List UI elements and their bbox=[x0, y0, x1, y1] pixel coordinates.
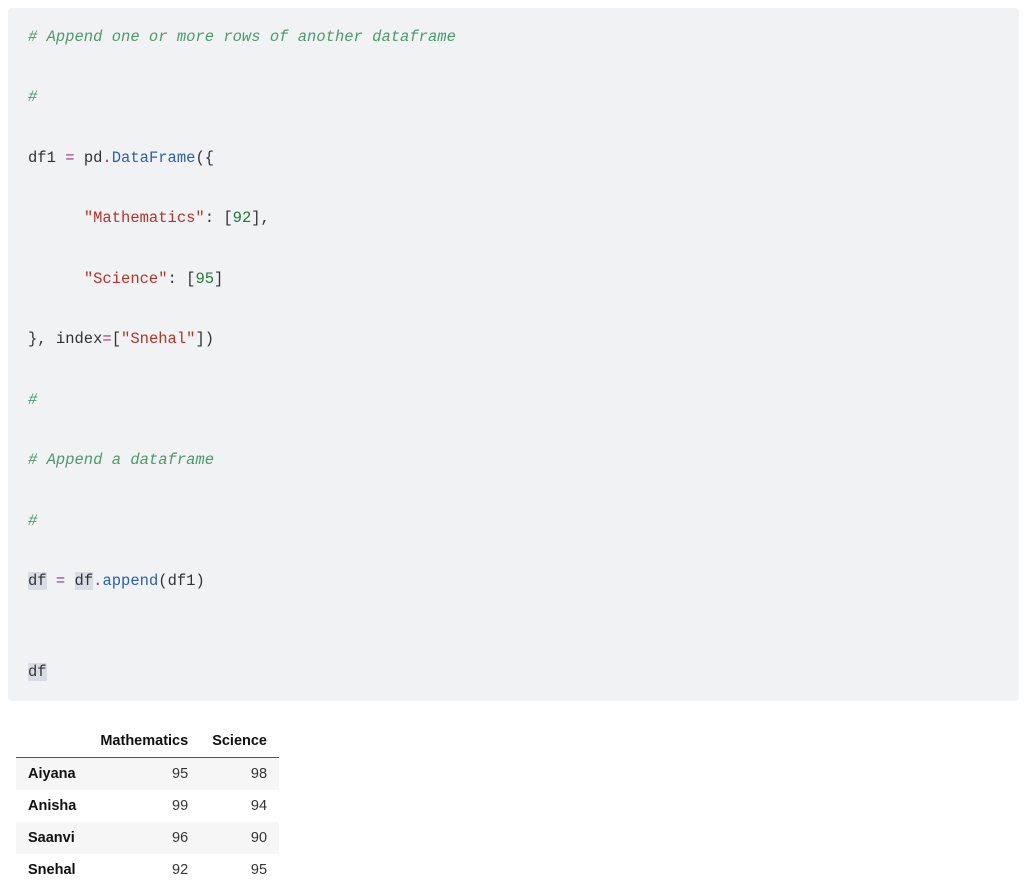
punct: ], bbox=[251, 209, 270, 227]
comment-line: # bbox=[28, 88, 37, 106]
var-df1: df1 bbox=[168, 572, 196, 590]
punct: ]) bbox=[195, 330, 214, 348]
punct: ] bbox=[214, 270, 223, 288]
code-block: # Append one or more rows of another dat… bbox=[28, 22, 999, 687]
table-row: Snehal 92 95 bbox=[16, 854, 279, 886]
cell: 98 bbox=[200, 757, 279, 790]
indent bbox=[28, 209, 84, 227]
string: "Snehal" bbox=[121, 330, 195, 348]
table-corner bbox=[16, 725, 88, 758]
comment-line: # Append one or more rows of another dat… bbox=[28, 28, 456, 46]
module-pd: pd bbox=[84, 149, 103, 167]
row-index: Aiyana bbox=[16, 757, 88, 790]
table-row: Aiyana 95 98 bbox=[16, 757, 279, 790]
punct: ({ bbox=[195, 149, 214, 167]
cell: 96 bbox=[88, 822, 200, 854]
row-index: Anisha bbox=[16, 790, 88, 822]
punct: ) bbox=[195, 572, 204, 590]
cell: 95 bbox=[88, 757, 200, 790]
row-index: Snehal bbox=[16, 854, 88, 886]
column-header: Science bbox=[200, 725, 279, 758]
assign-op: = bbox=[56, 149, 84, 167]
row-index: Saanvi bbox=[16, 822, 88, 854]
comment-line: # bbox=[28, 512, 37, 530]
comment-line: # bbox=[28, 391, 37, 409]
assign-op: = bbox=[47, 572, 75, 590]
output-table: Mathematics Science Aiyana 95 98 Anisha … bbox=[16, 725, 279, 886]
cell: 94 bbox=[200, 790, 279, 822]
var-df: df bbox=[28, 663, 47, 681]
number: 95 bbox=[195, 270, 214, 288]
punct: : [ bbox=[168, 270, 196, 288]
var-df: df bbox=[75, 572, 94, 590]
class-dataframe: DataFrame bbox=[112, 149, 196, 167]
table-row: Saanvi 96 90 bbox=[16, 822, 279, 854]
assign-op: = bbox=[102, 330, 111, 348]
code-cell: # Append one or more rows of another dat… bbox=[8, 8, 1019, 701]
table-header-row: Mathematics Science bbox=[16, 725, 279, 758]
string-key: "Science" bbox=[84, 270, 168, 288]
column-header: Mathematics bbox=[88, 725, 200, 758]
dot: . bbox=[102, 149, 111, 167]
cell: 99 bbox=[88, 790, 200, 822]
number: 92 bbox=[233, 209, 252, 227]
punct: }, index bbox=[28, 330, 102, 348]
method-append: append bbox=[102, 572, 158, 590]
cell: 92 bbox=[88, 854, 200, 886]
comment-line: # Append a dataframe bbox=[28, 451, 214, 469]
var-df1: df1 bbox=[28, 149, 56, 167]
cell: 95 bbox=[200, 854, 279, 886]
indent bbox=[28, 270, 84, 288]
var-df: df bbox=[28, 572, 47, 590]
string-key: "Mathematics" bbox=[84, 209, 205, 227]
punct: [ bbox=[112, 330, 121, 348]
punct: ( bbox=[158, 572, 167, 590]
punct: : [ bbox=[205, 209, 233, 227]
cell: 90 bbox=[200, 822, 279, 854]
table-row: Anisha 99 94 bbox=[16, 790, 279, 822]
